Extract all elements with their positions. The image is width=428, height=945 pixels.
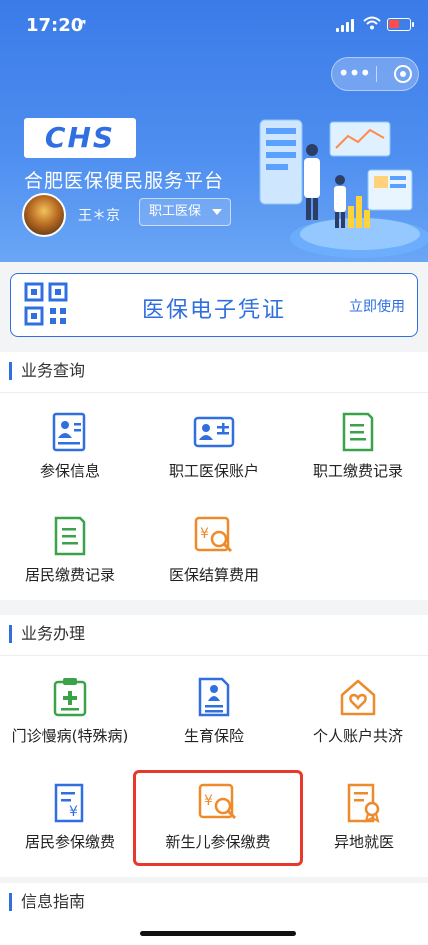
section-title: 业务办理 [9, 625, 85, 643]
grid-item-label: 职工缴费记录 [312, 462, 403, 480]
chevron-down-icon [212, 209, 222, 215]
user-name: 王＊京 [78, 208, 120, 224]
person-card-icon [52, 412, 86, 452]
status-bar: 17:20 ➚ [0, 0, 428, 50]
id-card-icon [193, 416, 235, 448]
more-icon[interactable]: ••• [332, 58, 376, 90]
receipt-icon [342, 412, 374, 452]
battery-icon [387, 18, 414, 31]
insurance-voucher-card[interactable]: 医保电子凭证 立即使用 [10, 273, 418, 337]
section-title: 信息指南 [9, 893, 85, 911]
grid-item-resident-enrollment-payment[interactable]: ¥ 居民参保缴费 [0, 783, 140, 852]
miniprogram-capsule: ••• [331, 57, 419, 91]
baby-doc-icon [198, 677, 230, 717]
grid-item-chronic-disease[interactable]: 门诊慢病(特殊病) [0, 677, 140, 746]
wifi-icon [363, 16, 381, 34]
grid-item-maternity-insurance[interactable]: 生育保险 [144, 677, 284, 746]
grid-item-employee-account[interactable]: 职工医保账户 [144, 412, 284, 481]
section-business-query: 业务查询 参保信息 职工医保账户 职工缴费记录 居民缴费记录 ¥ 医保结算费用 [0, 352, 428, 600]
grid-item-employee-payment-record[interactable]: 职工缴费记录 [288, 412, 428, 481]
highlight-box [133, 770, 303, 866]
grid-item-label: 个人账户共济 [312, 727, 403, 745]
location-arrow-icon: ➚ [76, 16, 88, 32]
capsule-divider [376, 66, 377, 82]
grid-item-label: 医保结算费用 [168, 566, 259, 584]
grid-item-label: 居民参保缴费 [24, 833, 115, 851]
grid-item-remote-medical[interactable]: 异地就医 [294, 783, 428, 852]
section-divider [0, 655, 428, 656]
insurance-type-dropdown[interactable]: 职工医保 [139, 198, 231, 226]
chs-logo: CHS [24, 118, 136, 158]
insurance-type-label: 职工医保 [149, 204, 202, 219]
home-indicator[interactable] [140, 931, 296, 936]
yuan-doc-icon: ¥ [54, 783, 84, 823]
clipboard-plus-icon [53, 678, 87, 717]
target-icon[interactable] [394, 65, 412, 83]
grid-item-label: 职工医保账户 [168, 462, 259, 480]
signal-icon [336, 18, 356, 32]
svg-text:¥: ¥ [69, 804, 78, 820]
header-banner: 17:20 ➚ ••• CHS 合肥医保便民服务平台 王＊京 职工医保 [0, 0, 428, 262]
grid-item-label: 门诊慢病(特殊病) [11, 727, 129, 745]
svg-text:¥: ¥ [200, 526, 209, 542]
grid-item-label: 参保信息 [39, 462, 100, 480]
grid-item-insurance-info[interactable]: 参保信息 [0, 412, 140, 481]
grid-item-account-sharing[interactable]: 个人账户共济 [288, 677, 428, 746]
grid-item-label: 生育保险 [183, 727, 244, 745]
grid-item-label: 异地就医 [333, 833, 394, 851]
receipt-icon [54, 516, 86, 556]
use-now-link[interactable]: 立即使用 [349, 296, 405, 316]
grid-item-label: 居民缴费记录 [24, 566, 115, 584]
house-heart-icon [340, 679, 376, 716]
status-time: 17:20 [26, 15, 84, 36]
avatar[interactable] [22, 193, 66, 237]
grid-item-settlement-cost[interactable]: ¥ 医保结算费用 [144, 516, 284, 585]
section-divider [0, 392, 428, 393]
doc-badge-icon [347, 783, 380, 823]
yuan-search-icon: ¥ [194, 516, 233, 553]
platform-title: 合肥医保便民服务平台 [24, 170, 225, 192]
grid-item-resident-payment-record[interactable]: 居民缴费记录 [0, 516, 140, 585]
doctor-illustration [259, 119, 428, 258]
section-title: 业务查询 [9, 362, 85, 380]
